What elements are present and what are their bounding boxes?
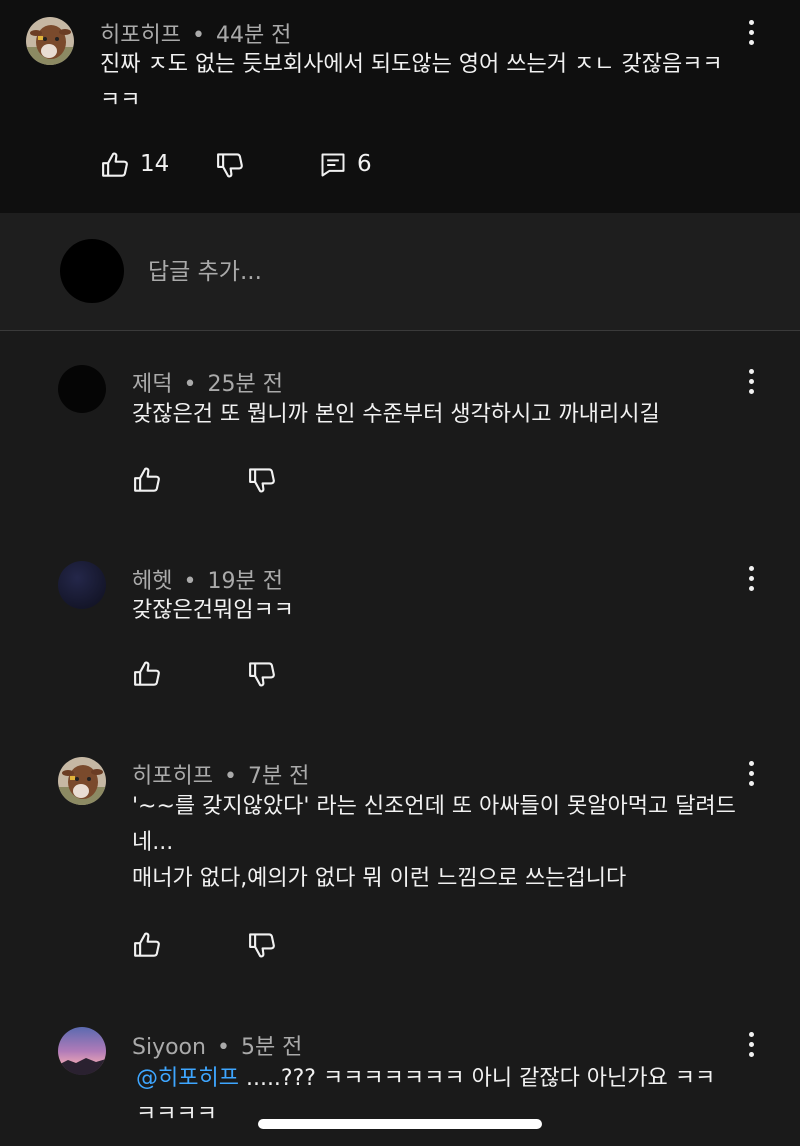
like-count: 14	[140, 151, 170, 177]
thumb-up-icon	[132, 465, 162, 495]
dislike-button[interactable]	[213, 148, 247, 182]
divider	[0, 330, 800, 331]
cow-avatar-icon	[58, 757, 106, 805]
more-options-button[interactable]	[736, 563, 766, 593]
timestamp: 7분 전	[247, 764, 310, 789]
like-button[interactable]	[130, 928, 164, 962]
more-options-button[interactable]	[736, 1029, 766, 1059]
reply-text: '~~를 갖지않았다' 라는 신조언데 또 아싸들이 못알아먹고 달려드 네..…	[132, 794, 736, 891]
comment-icon	[321, 153, 345, 177]
thumb-up-icon	[100, 150, 130, 180]
thumb-down-icon	[247, 659, 277, 689]
separator-dot: •	[223, 764, 237, 789]
dot-icon	[748, 378, 754, 384]
more-options-button[interactable]	[736, 758, 766, 788]
thumb-up-icon	[132, 659, 162, 689]
dot-icon	[748, 29, 754, 35]
reply-input[interactable]: 답글 추가...	[148, 252, 262, 286]
author-name[interactable]: 히포히프	[132, 764, 213, 789]
timestamp: 25분 전	[207, 372, 283, 397]
more-options-button[interactable]	[736, 366, 766, 396]
reply-text: 갖잖은건 또 뭡니까 본인 수준부터 생각하시고 까내리시길	[132, 402, 660, 427]
replies-button[interactable]	[316, 148, 350, 182]
thumb-down-icon	[247, 465, 277, 495]
cow-avatar-icon	[26, 17, 74, 65]
comment-text: 진짜 ㅈ도 없는 듯보회사에서 되도않는 영어 쓰는거 ㅈㄴ 갖잖음ㅋㅋ ㅋㅋ	[100, 52, 723, 113]
mention-link[interactable]: @히포히프	[136, 1066, 239, 1091]
dot-icon	[748, 770, 754, 776]
like-button[interactable]	[130, 657, 164, 691]
dislike-button[interactable]	[245, 928, 279, 962]
avatar[interactable]	[58, 1027, 106, 1075]
author-name[interactable]: Siyoon	[132, 1035, 206, 1060]
reply-count: 6	[357, 151, 372, 177]
separator-dot: •	[183, 372, 197, 397]
avatar[interactable]	[26, 17, 74, 65]
dot-icon	[748, 760, 754, 766]
dot-icon	[748, 368, 754, 374]
like-button[interactable]	[98, 148, 132, 182]
avatar[interactable]	[58, 757, 106, 805]
separator-dot: •	[191, 23, 205, 48]
home-indicator	[258, 1119, 542, 1129]
timestamp: 5분 전	[240, 1035, 303, 1060]
dot-icon	[748, 575, 754, 581]
avatar[interactable]	[58, 561, 106, 609]
more-options-button[interactable]	[736, 17, 766, 47]
dislike-button[interactable]	[245, 657, 279, 691]
dot-icon	[748, 780, 754, 786]
timestamp: 44분 전	[215, 23, 292, 48]
dislike-button[interactable]	[245, 463, 279, 497]
dot-icon	[748, 388, 754, 394]
dot-icon	[748, 1031, 754, 1037]
author-name[interactable]: 히포히프	[100, 23, 181, 48]
dot-icon	[748, 1051, 754, 1057]
sunset-avatar-icon	[58, 1027, 106, 1075]
author-name[interactable]: 헤헷	[132, 569, 172, 594]
avatar[interactable]	[58, 365, 106, 413]
thumb-down-icon	[247, 930, 277, 960]
like-button[interactable]	[130, 463, 164, 497]
separator-dot: •	[216, 1035, 230, 1060]
author-name[interactable]: 제덕	[132, 372, 172, 397]
dot-icon	[748, 585, 754, 591]
thumb-up-icon	[132, 930, 162, 960]
separator-dot: •	[183, 569, 197, 594]
dot-icon	[748, 565, 754, 571]
timestamp: 19분 전	[207, 569, 283, 594]
thumb-down-icon	[215, 150, 245, 180]
top-comment: 히포히프 • 44분 전 진짜 ㅈ도 없는 듯보회사에서 되도않는 영어 쓰는거…	[0, 0, 800, 213]
reply-text: 갖잖은건뭐임ㅋㅋ	[132, 598, 294, 623]
dot-icon	[748, 1041, 754, 1047]
dot-icon	[748, 39, 754, 45]
my-avatar	[60, 239, 124, 303]
dot-icon	[748, 19, 754, 25]
